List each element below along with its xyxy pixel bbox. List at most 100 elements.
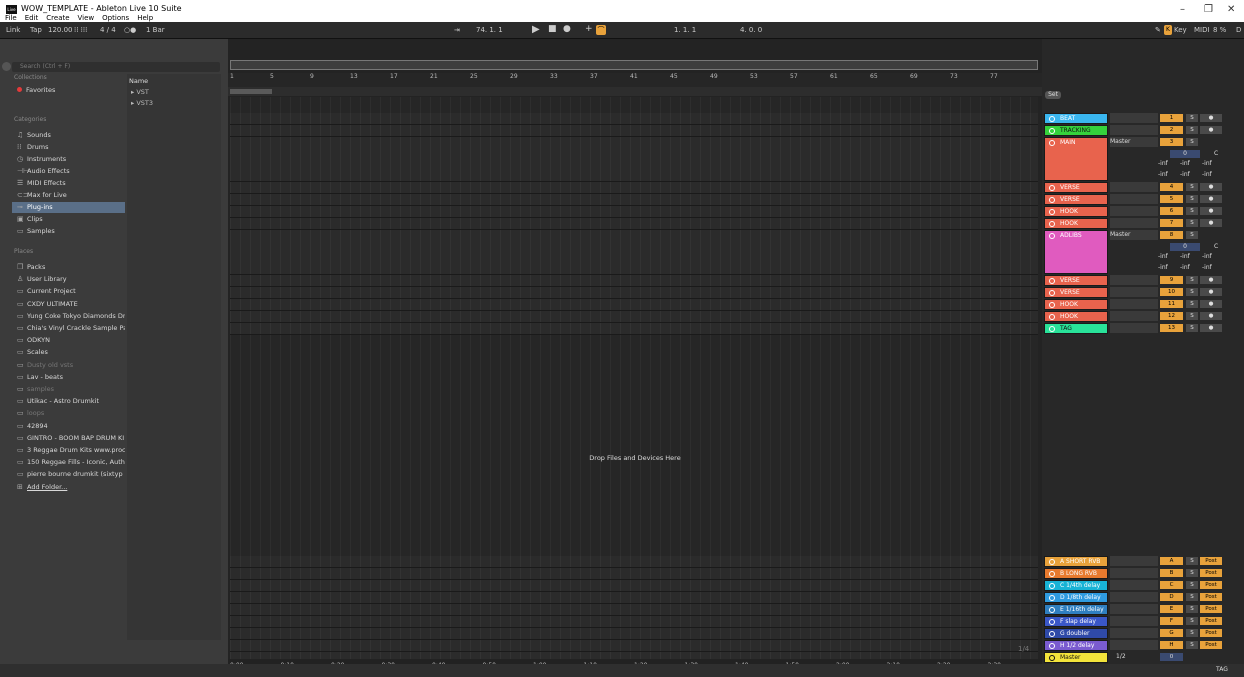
sidebar-item-max-for-live[interactable]: ⊂⊃Max for Live	[12, 190, 125, 201]
loop-length-field[interactable]: 4. 0. 0	[740, 26, 762, 34]
return-track-header[interactable]: A SHORT RVB	[1044, 556, 1108, 567]
loop-bar[interactable]	[228, 87, 1042, 96]
solo-button[interactable]: S	[1186, 207, 1198, 215]
solo-button[interactable]: S	[1186, 324, 1198, 332]
track-activator-icon[interactable]	[1049, 571, 1055, 577]
arm-button[interactable]: ●	[1200, 114, 1222, 122]
solo-button[interactable]: S	[1186, 557, 1198, 565]
master-track-header[interactable]: Master	[1044, 652, 1108, 663]
return-lane[interactable]	[230, 568, 1038, 580]
post-button[interactable]: Post	[1200, 581, 1222, 589]
master-value[interactable]: 0	[1160, 653, 1183, 661]
sidebar-item-plug-ins[interactable]: ⊸ Plug-ins	[12, 202, 125, 213]
sidebar-item-sounds[interactable]: ♫ Sounds	[12, 130, 125, 141]
track-activator-icon[interactable]	[1049, 314, 1055, 320]
return-track-header[interactable]: E 1/16th delay	[1044, 604, 1108, 615]
browser-search-input[interactable]: Search (Ctrl + F)	[12, 62, 220, 72]
sidebar-item-place[interactable]: ▭ 42894	[12, 421, 125, 432]
arm-button[interactable]: ●	[1200, 219, 1222, 227]
track-number-button[interactable]: 8	[1160, 231, 1183, 239]
minimize-button[interactable]: –	[1180, 4, 1185, 15]
post-button[interactable]: Post	[1200, 593, 1222, 601]
sidebar-item-place[interactable]: ▭ pierre bourne drumkit (sixtyp	[12, 469, 125, 480]
return-lane[interactable]	[230, 604, 1038, 616]
track-activator-icon[interactable]	[1049, 655, 1055, 661]
return-io-slot[interactable]	[1110, 616, 1158, 626]
follow-icon[interactable]: ⇥	[454, 26, 460, 34]
arrangement-lane[interactable]	[230, 287, 1038, 299]
automation-arm-icon[interactable]: ⌒	[596, 25, 606, 35]
arrangement-lane[interactable]	[230, 194, 1038, 206]
track-header[interactable]: HOOK	[1044, 218, 1108, 229]
return-lane[interactable]	[230, 556, 1038, 568]
post-button[interactable]: Post	[1200, 629, 1222, 637]
sidebar-item-place[interactable]: ▭ Utikac - Astro Drumkit	[12, 396, 125, 407]
sidebar-item-place[interactable]: ▭ samples	[12, 384, 125, 395]
track-io-slot[interactable]	[1110, 311, 1158, 321]
arm-button[interactable]: ●	[1200, 300, 1222, 308]
track-activator-icon[interactable]	[1049, 128, 1055, 134]
track-header[interactable]: MAIN	[1044, 137, 1108, 181]
tap-tempo-button[interactable]: Tap	[30, 26, 42, 34]
track-header[interactable]: VERSE	[1044, 182, 1108, 193]
sidebar-item-place[interactable]: ❒ Packs	[12, 262, 125, 273]
solo-button[interactable]: S	[1186, 126, 1198, 134]
track-activator-icon[interactable]	[1049, 595, 1055, 601]
tempo-field[interactable]: 120.00	[48, 26, 73, 34]
track-number-button[interactable]: 9	[1160, 276, 1183, 284]
return-letter-button[interactable]: E	[1160, 605, 1183, 613]
arm-button[interactable]: ●	[1200, 195, 1222, 203]
return-letter-button[interactable]: D	[1160, 593, 1183, 601]
track-activator-icon[interactable]	[1049, 197, 1055, 203]
track-activator-icon[interactable]	[1049, 290, 1055, 296]
sidebar-item-place[interactable]: ▭ ODKYN	[12, 335, 125, 346]
menu-create[interactable]: Create	[46, 14, 69, 22]
return-lane[interactable]	[230, 628, 1038, 640]
record-icon[interactable]: ●	[563, 24, 571, 34]
nudge-icon[interactable]: ⁞⁞ ⁞⁞⁞	[74, 26, 87, 34]
return-track-header[interactable]: C 1/4th delay	[1044, 580, 1108, 591]
return-track-header[interactable]: H 1/2 delay	[1044, 640, 1108, 651]
solo-button[interactable]: S	[1186, 593, 1198, 601]
track-number-button[interactable]: 13	[1160, 324, 1183, 332]
solo-button[interactable]: S	[1186, 641, 1198, 649]
track-number-button[interactable]: 5	[1160, 195, 1183, 203]
arm-button[interactable]: ●	[1200, 312, 1222, 320]
track-activator-icon[interactable]	[1049, 559, 1055, 565]
key-map-toggle[interactable]: K	[1164, 25, 1172, 35]
solo-button[interactable]: S	[1186, 617, 1198, 625]
solo-button[interactable]: S	[1186, 138, 1198, 146]
track-io-slot[interactable]	[1110, 194, 1158, 204]
group-output-select[interactable]: Master	[1110, 231, 1131, 238]
solo-button[interactable]: S	[1186, 569, 1198, 577]
return-lane[interactable]	[230, 592, 1038, 604]
return-letter-button[interactable]: A	[1160, 557, 1183, 565]
return-letter-button[interactable]: H	[1160, 641, 1183, 649]
track-header[interactable]: VERSE	[1044, 275, 1108, 286]
track-io-slot[interactable]	[1110, 299, 1158, 309]
set-button[interactable]: Set	[1045, 91, 1061, 99]
sidebar-item-place[interactable]: ⊞ Add Folder...	[12, 482, 125, 493]
track-number-button[interactable]: 4	[1160, 183, 1183, 191]
track-number-button[interactable]: 11	[1160, 300, 1183, 308]
return-lane[interactable]	[230, 580, 1038, 592]
track-io-slot[interactable]	[1110, 182, 1158, 192]
arrangement-lane[interactable]	[230, 218, 1038, 230]
return-track-header[interactable]: G doubler	[1044, 628, 1108, 639]
track-header[interactable]: VERSE	[1044, 287, 1108, 298]
track-io-slot[interactable]	[1110, 323, 1158, 333]
return-letter-button[interactable]: C	[1160, 581, 1183, 589]
track-header[interactable]: BEAT	[1044, 113, 1108, 124]
arrangement-lane[interactable]	[230, 311, 1038, 323]
solo-button[interactable]: S	[1186, 114, 1198, 122]
menu-edit[interactable]: Edit	[25, 14, 39, 22]
song-position-field[interactable]: 74. 1. 1	[476, 26, 503, 34]
return-lane[interactable]	[230, 640, 1038, 652]
track-io-slot[interactable]	[1110, 218, 1158, 228]
sidebar-item-midi-effects[interactable]: ☰ MIDI Effects	[12, 178, 125, 189]
track-activator-icon[interactable]	[1049, 302, 1055, 308]
arrangement-lane[interactable]	[230, 323, 1038, 335]
post-button[interactable]: Post	[1200, 557, 1222, 565]
return-io-slot[interactable]	[1110, 568, 1158, 578]
menu-file[interactable]: File	[5, 14, 17, 22]
